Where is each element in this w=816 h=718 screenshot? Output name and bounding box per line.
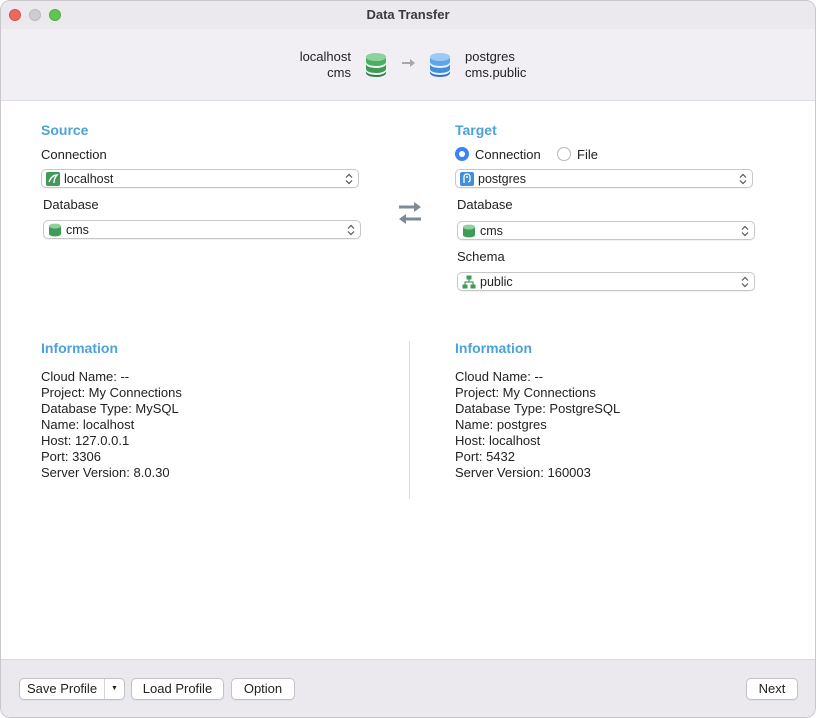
next-button[interactable]: Next (746, 678, 798, 700)
chevron-updown-icon (741, 225, 749, 237)
target-info-server-version: Server Version: 160003 (455, 465, 591, 480)
mysql-connection-icon (46, 172, 60, 186)
window-title: Data Transfer (366, 7, 450, 22)
chevron-updown-icon (345, 173, 353, 185)
target-info-port: Port: 5432 (455, 449, 515, 464)
transfer-summary-header: localhost cms postgres cms.public (1, 29, 815, 101)
header-target-host: postgres (465, 49, 515, 64)
save-profile-button[interactable]: Save Profile ▼ (19, 678, 125, 700)
target-connection-select[interactable]: postgres (455, 169, 753, 188)
target-schema-value: public (480, 275, 513, 289)
header-source-host: localhost (299, 49, 351, 64)
minimize-window-button[interactable] (29, 9, 41, 21)
save-profile-label: Save Profile (26, 681, 98, 696)
zoom-window-button[interactable] (49, 9, 61, 21)
target-connection-value: postgres (478, 172, 526, 186)
target-database-value: cms (480, 224, 503, 238)
target-information-list: Cloud Name: -- Project: My Connections D… (455, 369, 620, 481)
source-info-cloud-name: Cloud Name: -- (41, 369, 130, 384)
source-heading: Source (41, 122, 89, 138)
blue-database-icon (429, 52, 451, 81)
target-database-label: Database (457, 197, 513, 212)
data-transfer-window: Data Transfer localhost cms postgres cms… (0, 0, 816, 718)
title-bar: Data Transfer (1, 1, 815, 29)
chevron-updown-icon (741, 276, 749, 288)
source-connection-select[interactable]: localhost (41, 169, 359, 188)
close-window-button[interactable] (9, 9, 21, 21)
save-profile-dropdown-icon[interactable]: ▼ (104, 679, 124, 699)
target-info-database-type: Database Type: PostgreSQL (455, 401, 621, 416)
source-info-server-version: Server Version: 8.0.30 (41, 465, 170, 480)
target-info-cloud-name: Cloud Name: -- (455, 369, 544, 384)
target-information-heading: Information (455, 340, 532, 356)
load-profile-button[interactable]: Load Profile (131, 678, 224, 700)
chevron-updown-icon (347, 224, 355, 236)
source-info-project: Project: My Connections (41, 385, 182, 400)
transfer-direction-arrow-icon (401, 57, 417, 72)
source-info-name: Name: localhost (41, 417, 135, 432)
schema-icon (462, 275, 476, 289)
header-target: postgres cms.public (465, 49, 526, 81)
target-connection-radio-label[interactable]: Connection (475, 147, 541, 162)
source-info-database-type: Database Type: MySQL (41, 401, 179, 416)
target-file-radio[interactable] (557, 147, 571, 161)
chevron-updown-icon (739, 173, 747, 185)
source-database-value: cms (66, 223, 89, 237)
option-button[interactable]: Option (231, 678, 295, 700)
target-heading: Target (455, 122, 497, 138)
information-divider (409, 341, 410, 499)
header-source-db: cms (327, 65, 351, 80)
header-target-db: cms.public (465, 65, 527, 80)
source-database-label: Database (43, 197, 99, 212)
database-icon (48, 223, 62, 237)
header-source: localhost cms (300, 49, 351, 81)
database-icon (462, 224, 476, 238)
target-info-project: Project: My Connections (455, 385, 596, 400)
target-connection-radio[interactable] (455, 147, 469, 161)
swap-source-target-button[interactable] (396, 199, 424, 230)
source-info-host: Host: 127.0.0.1 (41, 433, 130, 448)
footer-bar: Save Profile ▼ Load Profile Option Next (1, 659, 815, 717)
target-schema-select[interactable]: public (457, 272, 755, 291)
target-info-name: Name: postgres (455, 417, 547, 432)
swap-arrows-icon (396, 202, 424, 230)
green-database-icon (365, 52, 387, 81)
target-info-host: Host: localhost (455, 433, 541, 448)
source-information-heading: Information (41, 340, 118, 356)
source-connection-label: Connection (41, 147, 107, 162)
source-information-list: Cloud Name: -- Project: My Connections D… (41, 369, 182, 481)
source-connection-value: localhost (64, 172, 114, 186)
postgres-connection-icon (460, 172, 474, 186)
target-file-radio-label[interactable]: File (577, 147, 598, 162)
target-schema-label: Schema (457, 249, 505, 264)
source-info-port: Port: 3306 (41, 449, 101, 464)
source-database-select[interactable]: cms (43, 220, 361, 239)
target-database-select[interactable]: cms (457, 221, 755, 240)
